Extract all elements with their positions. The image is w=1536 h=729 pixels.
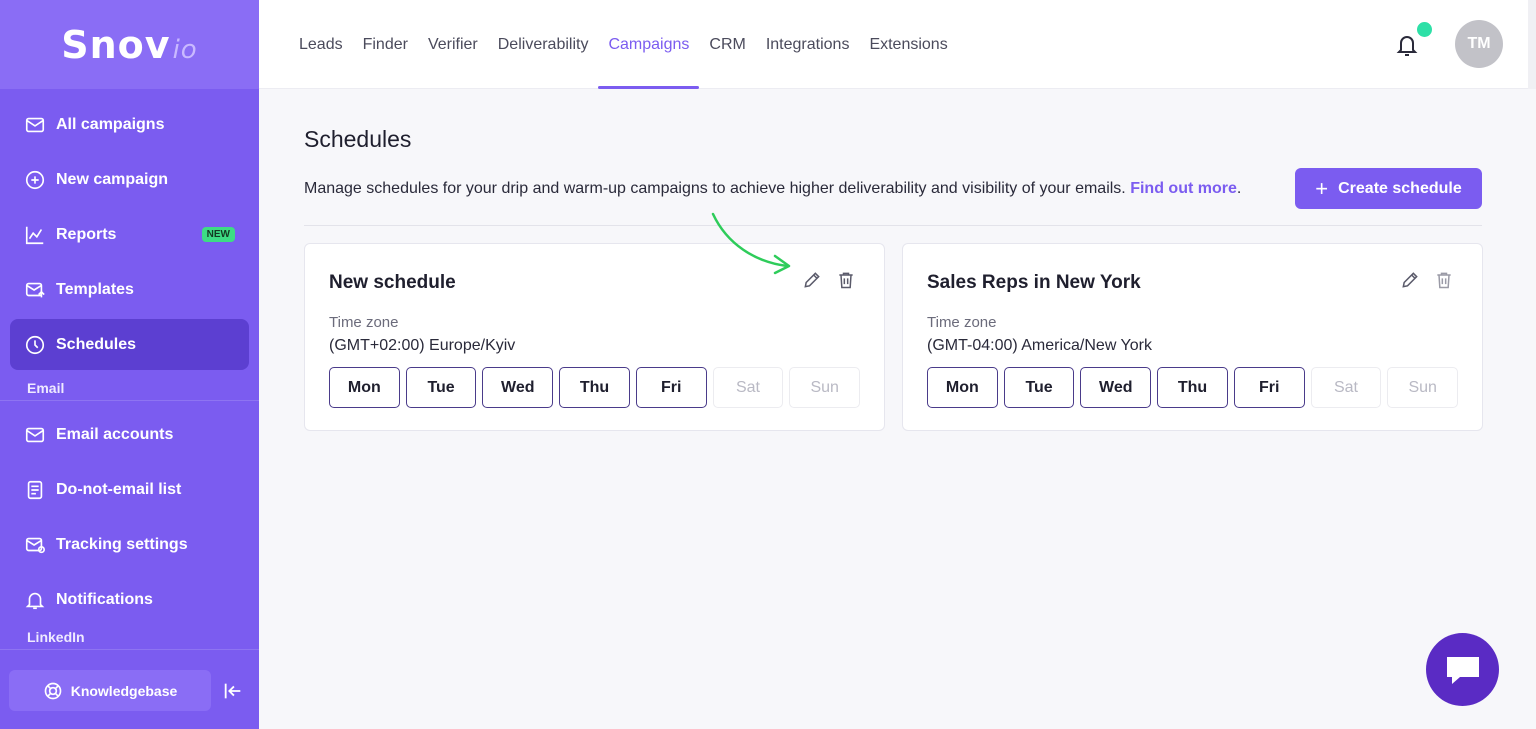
plus-icon: + bbox=[1315, 175, 1329, 201]
sidebar-item-label: Templates bbox=[56, 280, 134, 298]
day-fri[interactable]: Fri bbox=[635, 367, 707, 408]
timezone-label: Time zone bbox=[927, 314, 997, 331]
weekday-selector: Mon Tue Wed Thu Fri Sat Sun bbox=[927, 367, 1459, 408]
sidebar-item-label: New campaign bbox=[56, 170, 169, 188]
schedule-cards: New schedule Time zone (GMT+02:00) Europ… bbox=[304, 243, 1483, 431]
schedule-card: Sales Reps in New York Time zone (GMT-04… bbox=[902, 243, 1483, 431]
sidebar: Snovio All campaigns New campaign Report… bbox=[0, 0, 259, 729]
sidebar-item-email-accounts[interactable]: Email accounts bbox=[10, 409, 249, 460]
find-out-more-link[interactable]: Find out more bbox=[1130, 180, 1237, 197]
snovio-logo[interactable]: Snovio bbox=[61, 23, 197, 67]
sidebar-item-label: Notifications bbox=[56, 590, 153, 608]
user-avatar[interactable]: TM bbox=[1455, 20, 1503, 68]
new-badge: NEW bbox=[201, 227, 235, 242]
knowledgebase-label: Knowledgebase bbox=[70, 682, 178, 699]
top-bar: Leads Finder Verifier Deliverability Cam… bbox=[259, 0, 1536, 89]
collapse-sidebar-icon[interactable] bbox=[222, 680, 244, 702]
delete-trash-icon[interactable] bbox=[1434, 270, 1454, 290]
day-sun[interactable]: Sun bbox=[1387, 367, 1459, 408]
topnav-deliverability[interactable]: Deliverability bbox=[488, 0, 599, 89]
linkedin-section-label: LinkedIn bbox=[27, 629, 85, 645]
day-tue[interactable]: Tue bbox=[405, 367, 477, 408]
sidebar-item-templates[interactable]: Templates bbox=[10, 264, 249, 315]
sidebar-item-label: Do-not-email list bbox=[56, 480, 182, 498]
day-mon[interactable]: Mon bbox=[329, 367, 400, 408]
topnav-extensions[interactable]: Extensions bbox=[859, 0, 957, 89]
description-text: Manage schedules for your drip and warm-… bbox=[304, 179, 1126, 197]
notification-dot bbox=[1417, 22, 1432, 37]
email-section-label: Email bbox=[0, 374, 259, 401]
day-sun[interactable]: Sun bbox=[789, 367, 861, 408]
edit-pencil-icon[interactable] bbox=[1400, 270, 1420, 290]
logo-area: Snovio bbox=[0, 0, 259, 89]
timezone-value: (GMT-04:00) America/New York bbox=[927, 337, 1152, 354]
sidebar-item-schedules[interactable]: Schedules bbox=[10, 319, 249, 370]
annotation-arrow-icon bbox=[711, 212, 791, 275]
day-mon[interactable]: Mon bbox=[927, 367, 998, 408]
mail-icon bbox=[25, 427, 45, 442]
topnav-integrations[interactable]: Integrations bbox=[756, 0, 860, 89]
topnav-crm[interactable]: CRM bbox=[699, 0, 755, 89]
topnav-finder[interactable]: Finder bbox=[353, 0, 418, 89]
chart-icon bbox=[25, 226, 44, 244]
chat-icon bbox=[1446, 656, 1479, 684]
logo-main-text: Snov bbox=[61, 22, 171, 67]
sidebar-bottom: Knowledgebase bbox=[0, 649, 259, 729]
main-content: Schedules Manage schedules for your drip… bbox=[304, 89, 1483, 431]
day-thu[interactable]: Thu bbox=[559, 367, 630, 408]
timezone-value: (GMT+02:00) Europe/Kyiv bbox=[329, 337, 516, 354]
sidebar-item-label: Schedules bbox=[56, 335, 137, 353]
sidebar-item-tracking-settings[interactable]: Tracking settings bbox=[10, 519, 249, 570]
sidebar-item-label: Tracking settings bbox=[56, 535, 188, 553]
edit-pencil-icon[interactable] bbox=[802, 270, 822, 290]
sidebar-item-label: Reports bbox=[56, 225, 117, 243]
top-nav: Leads Finder Verifier Deliverability Cam… bbox=[289, 0, 958, 89]
timezone-label: Time zone bbox=[329, 314, 399, 331]
create-schedule-label: Create schedule bbox=[1338, 179, 1462, 197]
notifications-bell-icon[interactable] bbox=[1395, 32, 1419, 58]
topnav-verifier[interactable]: Verifier bbox=[418, 0, 488, 89]
page-title: Schedules bbox=[304, 126, 412, 152]
page-description: Manage schedules for your drip and warm-… bbox=[304, 180, 1241, 198]
plus-circle-icon bbox=[25, 170, 45, 189]
weekday-selector: Mon Tue Wed Thu Fri Sat Sun bbox=[329, 367, 861, 408]
clock-icon bbox=[25, 335, 45, 354]
delete-trash-icon[interactable] bbox=[836, 270, 856, 290]
day-thu[interactable]: Thu bbox=[1157, 367, 1228, 408]
schedule-name: Sales Reps in New York bbox=[927, 272, 1141, 293]
day-wed[interactable]: Wed bbox=[482, 367, 554, 408]
day-sat[interactable]: Sat bbox=[712, 367, 784, 408]
sidebar-item-all-campaigns[interactable]: All campaigns bbox=[10, 99, 249, 150]
card-actions bbox=[802, 270, 856, 290]
document-icon bbox=[27, 480, 43, 499]
bell-icon bbox=[25, 592, 45, 609]
day-fri[interactable]: Fri bbox=[1233, 367, 1305, 408]
lifebuoy-icon bbox=[44, 682, 62, 699]
sidebar-item-label: Email accounts bbox=[56, 425, 174, 443]
day-wed[interactable]: Wed bbox=[1080, 367, 1152, 408]
description-row: Manage schedules for your drip and warm-… bbox=[304, 167, 1482, 226]
sidebar-item-label: All campaigns bbox=[56, 115, 165, 133]
template-icon bbox=[25, 282, 45, 297]
sidebar-item-reports[interactable]: Reports NEW bbox=[10, 209, 249, 260]
card-actions bbox=[1400, 270, 1454, 290]
day-sat[interactable]: Sat bbox=[1310, 367, 1382, 408]
sidebar-nav: All campaigns New campaign Reports NEW T… bbox=[0, 89, 259, 649]
mail-settings-icon bbox=[25, 537, 45, 553]
topnav-leads[interactable]: Leads bbox=[289, 0, 353, 89]
chat-widget-button[interactable] bbox=[1426, 633, 1499, 706]
knowledgebase-button[interactable]: Knowledgebase bbox=[9, 670, 211, 711]
scrollbar-track[interactable] bbox=[1528, 0, 1536, 89]
day-tue[interactable]: Tue bbox=[1003, 367, 1075, 408]
sidebar-item-notifications[interactable]: Notifications bbox=[10, 574, 249, 625]
sidebar-item-new-campaign[interactable]: New campaign bbox=[10, 154, 249, 205]
topnav-campaigns[interactable]: Campaigns bbox=[598, 0, 700, 89]
description-end: . bbox=[1236, 179, 1242, 197]
create-schedule-button[interactable]: + Create schedule bbox=[1295, 168, 1482, 209]
sidebar-item-do-not-email-list[interactable]: Do-not-email list bbox=[10, 464, 249, 515]
logo-suffix-text: io bbox=[172, 34, 198, 65]
mail-icon bbox=[25, 117, 45, 132]
